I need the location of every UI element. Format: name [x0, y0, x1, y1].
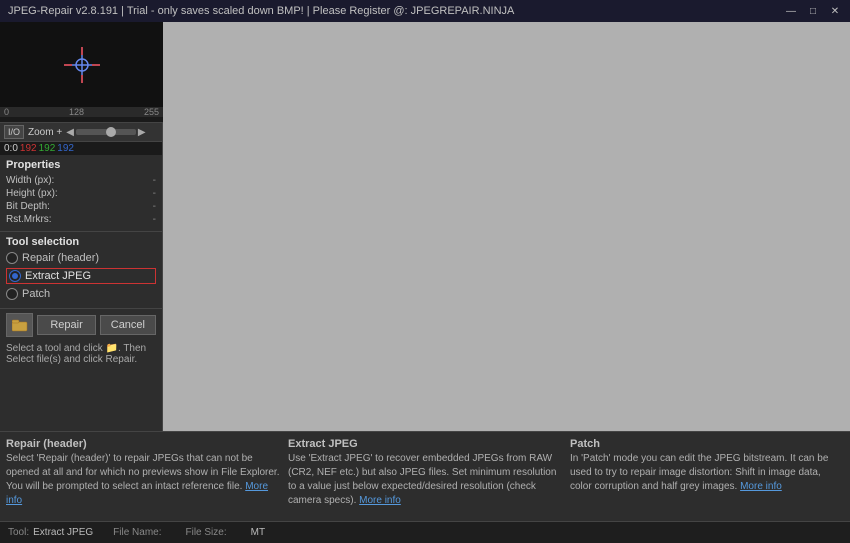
- repair-header-desc: Select 'Repair (header)' to repair JPEGs…: [6, 452, 280, 515]
- radio-repair-indicator: [6, 252, 18, 264]
- status-filename-label: File Name:: [113, 527, 161, 538]
- patch-label: Patch: [570, 438, 844, 450]
- status-mt: MT: [251, 527, 265, 538]
- radio-repair[interactable]: Repair (header): [6, 252, 156, 264]
- info-repair-header: Repair (header) Select 'Repair (header)'…: [6, 438, 280, 515]
- info-patch: Patch In 'Patch' mode you can edit the J…: [570, 438, 844, 515]
- radio-extract-label: Extract JPEG: [25, 270, 91, 282]
- window-controls: — □ ✕: [784, 4, 842, 18]
- coord-xy: 0:0: [4, 143, 18, 154]
- info-extract-jpeg: Extract JPEG Use 'Extract JPEG' to recov…: [288, 438, 562, 515]
- pixel-coords: 0:0 192 192 192: [0, 142, 162, 155]
- close-button[interactable]: ✕: [828, 4, 842, 18]
- prop-rstmrkrs-label: Rst.Mrkrs:: [6, 214, 52, 225]
- prop-width: Width (px): -: [6, 175, 156, 186]
- prop-bitdepth: Bit Depth: -: [6, 201, 156, 212]
- status-bar: Tool: Extract JPEG File Name: File Size:…: [0, 521, 850, 543]
- patch-link[interactable]: More info: [740, 481, 782, 492]
- bottom-info: Repair (header) Select 'Repair (header)'…: [0, 431, 850, 521]
- prop-width-label: Width (px):: [6, 175, 54, 186]
- slider-min: 0: [4, 107, 9, 117]
- prop-height: Height (px): -: [6, 188, 156, 199]
- maximize-button[interactable]: □: [806, 4, 820, 18]
- crosshair-icon: [62, 45, 102, 85]
- image-preview: 0 128 255: [0, 22, 163, 122]
- repair-header-label: Repair (header): [6, 438, 280, 450]
- radio-extract-indicator: [9, 270, 21, 282]
- action-row: Repair Cancel: [0, 308, 162, 341]
- radio-extract[interactable]: Extract JPEG: [6, 268, 156, 284]
- title-bar: JPEG-Repair v2.8.191 | Trial - only save…: [0, 0, 850, 22]
- tool-selection-section: Tool selection Repair (header) Extract J…: [0, 232, 162, 308]
- status-mt-val: MT: [251, 527, 265, 538]
- right-canvas-panel: [163, 22, 850, 431]
- radio-repair-label: Repair (header): [22, 252, 99, 264]
- extract-jpeg-desc: Use 'Extract JPEG' to recover embedded J…: [288, 452, 562, 515]
- prop-bitdepth-label: Bit Depth:: [6, 201, 50, 212]
- coord-b: 192: [57, 143, 74, 154]
- repair-button[interactable]: Repair: [37, 315, 95, 335]
- prop-height-label: Height (px):: [6, 188, 58, 199]
- status-tool-val: Extract JPEG: [33, 527, 93, 538]
- coord-g: 192: [39, 143, 56, 154]
- zoom-label: Zoom +: [28, 127, 62, 138]
- status-filename: File Name:: [113, 527, 165, 538]
- radio-patch-label: Patch: [22, 288, 50, 300]
- prop-rstmrkrs: Rst.Mrkrs: -: [6, 214, 156, 225]
- left-panel: 0 128 255 I/O Zoom + ◀ ▶ 0:0 192 192 192…: [0, 22, 163, 431]
- prop-rstmrkrs-val: -: [153, 214, 156, 225]
- tool-selection-title: Tool selection: [6, 236, 156, 248]
- patch-desc: In 'Patch' mode you can edit the JPEG bi…: [570, 452, 844, 515]
- preview-canvas: [0, 22, 163, 107]
- slider-mid: 128: [69, 107, 84, 117]
- app-title: JPEG-Repair v2.8.191 | Trial - only save…: [8, 5, 514, 17]
- radio-patch[interactable]: Patch: [6, 288, 156, 300]
- hint-text: Select a tool and click 📁. ThenSelect fi…: [0, 341, 162, 369]
- main-container: 0 128 255 I/O Zoom + ◀ ▶ 0:0 192 192 192…: [0, 22, 850, 431]
- slider-max: 255: [144, 107, 159, 117]
- minimize-button[interactable]: —: [784, 4, 798, 18]
- status-filesize: File Size:: [186, 527, 231, 538]
- status-tool: Tool: Extract JPEG: [8, 527, 93, 538]
- io-button[interactable]: I/O: [4, 125, 24, 139]
- slider-numbers: 0 128 255: [0, 107, 163, 117]
- prop-bitdepth-val: -: [153, 201, 156, 212]
- status-filesize-label: File Size:: [186, 527, 227, 538]
- radio-patch-indicator: [6, 288, 18, 300]
- info-sections: Repair (header) Select 'Repair (header)'…: [6, 438, 844, 515]
- cancel-button[interactable]: Cancel: [100, 315, 156, 335]
- extract-jpeg-link[interactable]: More info: [359, 495, 401, 506]
- status-tool-label: Tool:: [8, 527, 29, 538]
- properties-section: Properties Width (px): - Height (px): - …: [0, 155, 162, 232]
- extract-jpeg-label: Extract JPEG: [288, 438, 562, 450]
- properties-title: Properties: [6, 159, 156, 171]
- prop-height-val: -: [153, 188, 156, 199]
- open-file-button[interactable]: [6, 313, 33, 337]
- toolbar-row: I/O Zoom + ◀ ▶: [0, 122, 162, 142]
- prop-width-val: -: [153, 175, 156, 186]
- zoom-slider[interactable]: ◀ ▶: [66, 127, 145, 138]
- coord-r: 192: [20, 143, 37, 154]
